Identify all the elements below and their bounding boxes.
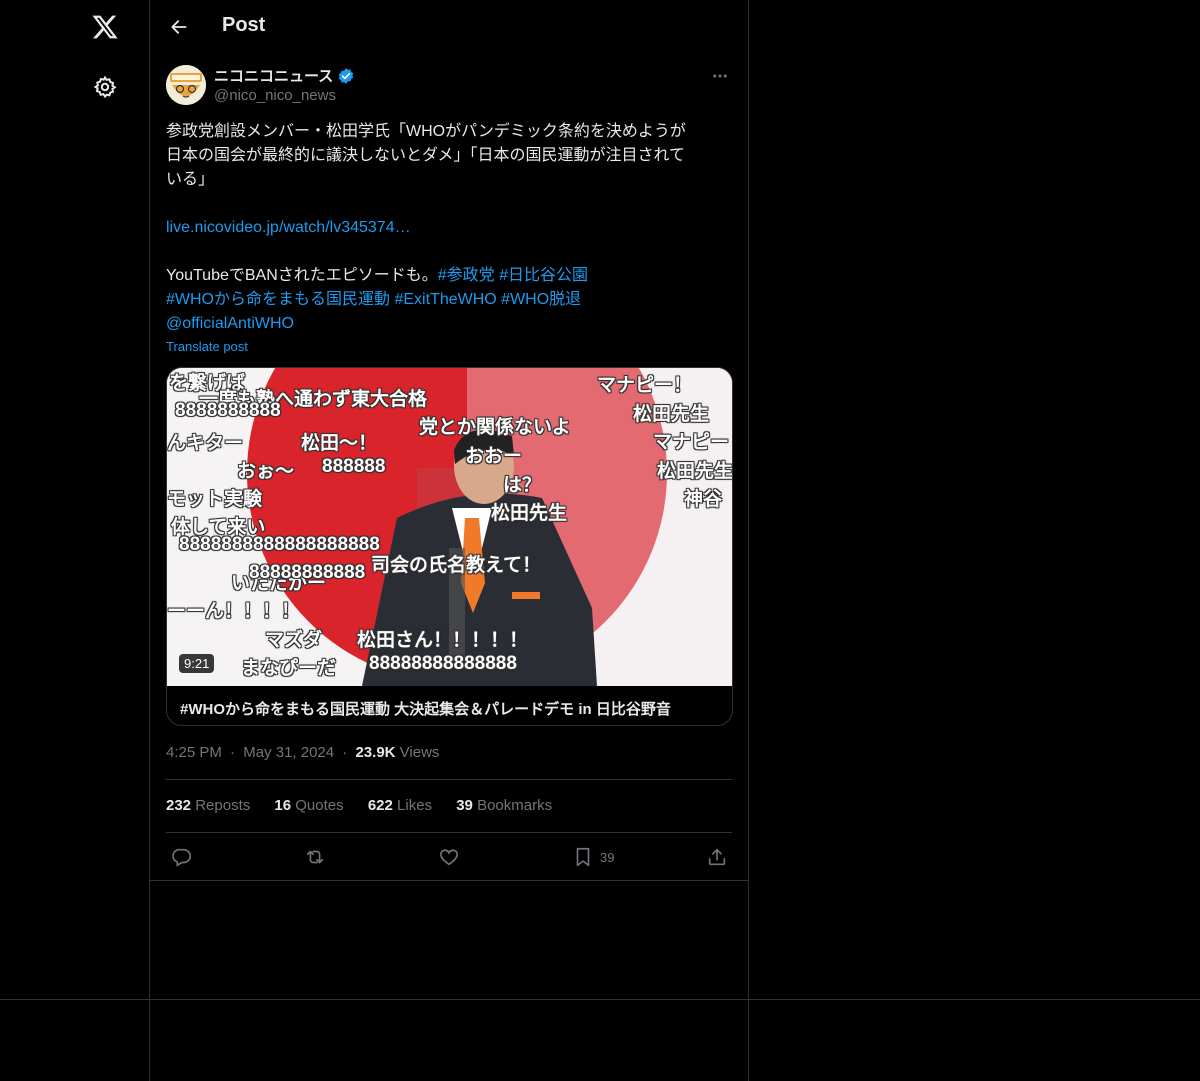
danmaku-comment: モット実験 [167,489,263,510]
danmaku-comment: マナピー [653,432,730,453]
header: Post [150,0,748,54]
post-text: 参政党創設メンバー・松田学氏「WHOがパンデミック条約を決めようが 日本の国会が… [166,120,736,336]
bookmark-count: 39 [600,849,615,865]
post-text-line: 日本の国会が最終的に議決しないとダメ」「日本の国民運動が注目されて [166,147,686,164]
danmaku-comment: 松田～！ [301,433,378,454]
share-button[interactable] [706,844,728,870]
hashtag-link[interactable]: #参政党 [438,267,495,284]
danmaku-comment: マナピー！ [597,375,693,396]
views-label: Views [399,744,440,761]
mention-link[interactable]: @officialAntiWHO [166,315,294,332]
more-icon[interactable] [708,64,732,88]
translate-post-link[interactable]: Translate post [166,339,248,354]
danmaku-comment: 松田先生 [657,461,732,482]
repost-icon [304,846,326,868]
danmaku-comment: ーーん！！！！ [167,601,301,622]
post-date[interactable]: May 31, 2024 [243,744,334,761]
share-icon [706,846,728,868]
reposts-stat[interactable]: 232 Reposts [166,797,250,814]
post-stats: 232 Reposts 16 Quotes 622 Likes 39 Bookm… [166,797,572,814]
avatar[interactable] [166,65,206,105]
views-count: 23.9K [355,744,396,761]
danmaku-comment: 88888888888 [249,562,366,583]
danmaku-comment: おおー [465,446,523,467]
post-meta: 4:25 PM · May 31, 2024 · 23.9K Views [166,744,440,761]
post-text-line: 参政党創設メンバー・松田学氏「WHOがパンデミック条約を決めようが [166,123,686,140]
danmaku-comment: まなぴーだ [241,658,337,679]
like-button[interactable] [438,844,460,870]
danmaku-comment: 888888 [322,456,386,477]
reply-icon [170,846,192,868]
settings-icon[interactable] [88,70,122,104]
danmaku-comment: 88888888888888 [369,653,517,674]
main-column: Post ニコニコニュース @nico_nico_news 参政党創設メンバー・… [150,0,749,1000]
reply-button[interactable] [170,844,192,870]
post-time[interactable]: 4:25 PM [166,744,222,761]
danmaku-comment: 松田先生 [633,404,710,425]
author-name-label: ニコニコニュース [214,68,334,85]
author-name[interactable]: ニコニコニュース [214,65,355,86]
divider [150,880,748,881]
hashtag-link[interactable]: #ExitTheWHO [394,291,496,308]
left-nav [0,0,150,1081]
page-title: Post [222,14,266,36]
quotes-stat[interactable]: 16 Quotes [274,797,343,814]
divider [748,1000,749,1081]
danmaku-comment: おぉ～ [237,461,295,482]
like-icon [438,846,460,868]
bookmarks-stat[interactable]: 39 Bookmarks [456,797,552,814]
bookmark-icon [572,846,594,868]
post-text-line: いる」 [166,171,215,188]
divider [149,1000,150,1081]
danmaku-comment: んキター [167,433,244,454]
hashtag-link[interactable]: #日比谷公園 [499,267,588,284]
post-link[interactable]: live.nicovideo.jp/watch/lv345374… [166,219,411,236]
hashtag-link[interactable]: #WHOから命をまもる国民運動 [166,291,390,308]
verified-badge-icon [337,67,355,85]
video-card-title[interactable]: #WHOから命をまもる国民運動 大決起集会＆パレードデモ in 日比谷野音 [180,698,671,719]
danmaku-comment: は？ [503,475,542,496]
author-handle[interactable]: @nico_nico_news [214,87,336,104]
divider [166,832,732,833]
danmaku-comment: 8888888888888888888 [179,534,380,555]
repost-button[interactable] [304,844,326,870]
back-arrow-icon[interactable] [164,12,194,42]
divider [0,999,1200,1000]
danmaku-comment: 司会の氏名教えて！ [371,555,542,576]
post-text-line: YouTubeでBANされたエピソードも。 [166,267,438,284]
video-card[interactable]: を繋げば 一度も塾へ通わず東大合格 8888888888 んキター 松田～！ 党… [166,367,733,726]
hashtag-link[interactable]: #WHO脱退 [501,291,581,308]
danmaku-comment: 党とか関係ないよ [419,417,571,438]
divider [166,779,732,780]
video-duration: 9:21 [179,654,215,673]
danmaku-comment: 8888888888 [175,400,281,421]
bookmark-button[interactable]: 39 [572,844,614,870]
danmaku-comment: 松田先生 [491,503,568,524]
video-thumbnail[interactable]: を繋げば 一度も塾へ通わず東大合格 8888888888 んキター 松田～！ 党… [167,368,732,686]
danmaku-comment: 神谷 [684,489,723,510]
danmaku-comment: マズダ [265,630,323,651]
danmaku-comment: 松田さん！！！！！ [357,630,529,651]
x-logo-icon[interactable] [88,10,122,44]
likes-stat[interactable]: 622 Likes [368,797,432,814]
